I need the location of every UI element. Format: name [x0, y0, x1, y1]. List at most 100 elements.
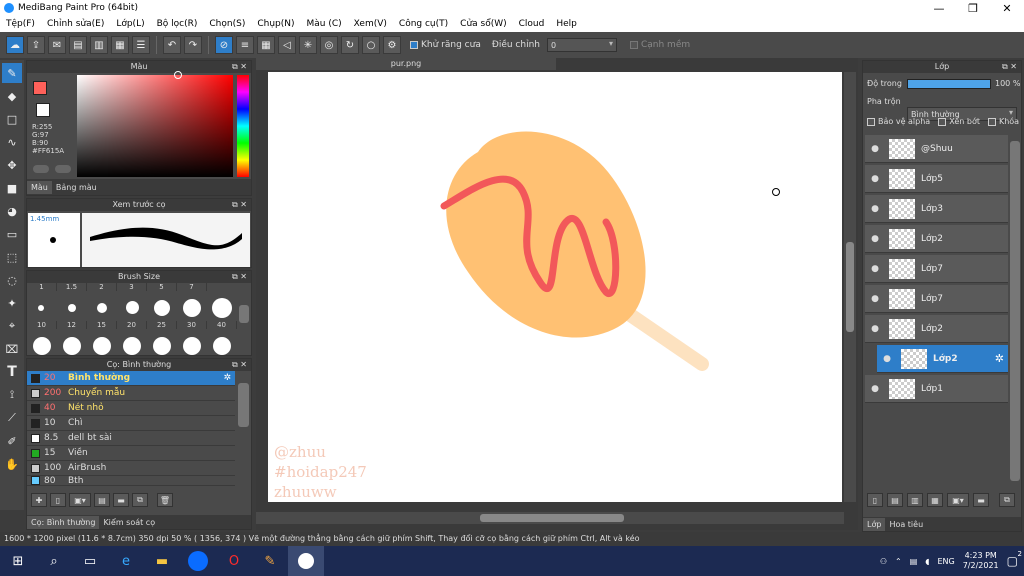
tab-palette[interactable]: Bảng màu	[52, 181, 101, 194]
size-label[interactable]: 25	[147, 321, 177, 329]
size-dot[interactable]	[183, 337, 201, 355]
visibility-icon[interactable]: ●	[865, 234, 885, 244]
gradient-tool-icon[interactable]: ▭	[2, 224, 22, 244]
magic-wand-tool-icon[interactable]: ✦	[2, 293, 22, 313]
layer-row[interactable]: ● @Shuu	[865, 135, 1008, 163]
size-label[interactable]: 5	[147, 283, 177, 291]
cloud-icon[interactable]: ☁	[6, 36, 24, 54]
panel-close-icon[interactable]: ⧉ ✕	[232, 61, 247, 73]
size-dot[interactable]	[97, 303, 107, 313]
size-dot[interactable]	[126, 301, 139, 314]
size-dot[interactable]	[93, 337, 111, 355]
layer-row[interactable]: ● Lớp1	[865, 375, 1008, 403]
file-explorer-icon[interactable]: ▬	[144, 546, 180, 576]
tab-color[interactable]: Màu	[27, 180, 52, 194]
vertical-scrollbar[interactable]	[844, 72, 856, 502]
tab-navigator[interactable]: Hoa tiêu	[885, 518, 927, 531]
menu-color[interactable]: Màu (C)	[301, 19, 348, 29]
folder-icon[interactable]: ▬	[113, 493, 129, 507]
menu-tools[interactable]: Công cụ(T)	[393, 19, 454, 29]
visibility-icon[interactable]: ●	[877, 354, 897, 364]
brush-item[interactable]: 80 Bth	[27, 476, 235, 486]
antialias-checkbox[interactable]: Khử răng cưa	[410, 40, 481, 50]
edge-browser-icon[interactable]: e	[108, 546, 144, 576]
brush-item[interactable]: 8.5 dell bt sài	[27, 431, 235, 446]
size-panel-scrollbar[interactable]	[239, 305, 249, 323]
visibility-icon[interactable]: ●	[865, 294, 885, 304]
panel-close-icon[interactable]: ⧉ ✕	[232, 359, 247, 371]
notification-icon[interactable]: ▢ 2	[1007, 550, 1022, 568]
size-dot[interactable]	[153, 337, 171, 355]
menu-filter[interactable]: Bộ lọc(R)	[151, 19, 204, 29]
menu-layer[interactable]: Lớp(L)	[110, 19, 150, 29]
medibang-taskbar-icon[interactable]	[288, 546, 324, 576]
opacity-slider[interactable]	[907, 79, 991, 89]
size-dot[interactable]	[154, 300, 170, 316]
menu-cloud[interactable]: Cloud	[513, 19, 551, 29]
new-layer-icon[interactable]: ▯	[867, 493, 883, 507]
size-label[interactable]: 3	[117, 283, 147, 291]
size-dot[interactable]	[68, 304, 76, 312]
visibility-icon[interactable]: ●	[865, 174, 885, 184]
people-icon[interactable]: ⚇	[880, 557, 887, 566]
menu-select[interactable]: Chọn(S)	[203, 19, 251, 29]
list-icon[interactable]: ☰	[132, 36, 150, 54]
zalo-icon[interactable]	[180, 546, 216, 576]
size-dot[interactable]	[33, 337, 51, 355]
visibility-icon[interactable]: ●	[865, 384, 885, 394]
search-icon[interactable]: ⌕	[36, 546, 72, 576]
text-tool-icon[interactable]: T	[2, 362, 22, 382]
select-eraser-tool-icon[interactable]: ⌧	[2, 339, 22, 359]
tab-brush[interactable]: Cọ: Bình thường	[27, 515, 100, 529]
dot-tool-icon[interactable]: □	[2, 109, 22, 129]
layer-row[interactable]: ● Lớp3	[865, 195, 1008, 223]
lock-checkbox[interactable]: Khóa	[987, 117, 1019, 126]
trash-icon[interactable]: 🗑	[157, 493, 173, 507]
size-dot[interactable]	[183, 299, 201, 317]
close-button[interactable]: ✕	[990, 0, 1024, 16]
folder-icon[interactable]: ▬	[973, 493, 989, 507]
visibility-icon[interactable]: ●	[865, 324, 885, 334]
language-indicator[interactable]: ENG	[937, 557, 954, 566]
size-dot[interactable]	[38, 305, 44, 311]
divide-tool-icon[interactable]: ⟟	[2, 385, 22, 405]
parallel-snap-icon[interactable]: ≡	[236, 36, 254, 54]
ellipse-snap-icon[interactable]: ○	[362, 36, 380, 54]
color-option-button[interactable]	[55, 165, 71, 173]
brush-settings-icon[interactable]: ▤	[94, 493, 110, 507]
menu-window[interactable]: Cửa sổ(W)	[454, 19, 512, 29]
layer-row[interactable]: ● Lớp7	[865, 285, 1008, 313]
select-pen-tool-icon[interactable]: ⌖	[2, 316, 22, 336]
opera-icon[interactable]: O	[216, 546, 252, 576]
grid-snap-icon[interactable]: ▦	[257, 36, 275, 54]
size-dot[interactable]	[123, 337, 141, 355]
copy-icon[interactable]: ⧉	[999, 493, 1015, 507]
size-label[interactable]: 20	[117, 321, 147, 329]
panel-close-icon[interactable]: ⧉ ✕	[1002, 61, 1017, 73]
visibility-icon[interactable]: ●	[865, 204, 885, 214]
brush-item[interactable]: 40 Nét nhỏ	[27, 401, 235, 416]
document-tab[interactable]: pur.png	[256, 58, 556, 70]
page-icon[interactable]: ▥	[90, 36, 108, 54]
visibility-icon[interactable]: ●	[865, 264, 885, 274]
snap-settings-icon[interactable]: ⚙	[383, 36, 401, 54]
saturation-value-picker[interactable]	[77, 75, 233, 177]
vertical-scroll-thumb[interactable]	[846, 242, 854, 332]
hue-slider[interactable]	[237, 75, 249, 177]
size-label[interactable]: 15	[87, 321, 117, 329]
size-label[interactable]: 1	[27, 283, 57, 291]
menu-file[interactable]: Tệp(F)	[0, 19, 41, 29]
panel-close-icon[interactable]: ⧉ ✕	[232, 271, 247, 283]
eyedropper-tool-icon[interactable]: ⟋	[2, 408, 22, 428]
volume-icon[interactable]: ◖	[925, 557, 929, 566]
menu-snap[interactable]: Chụp(N)	[251, 19, 300, 29]
add-brush-icon[interactable]: ✚	[31, 493, 47, 507]
pages-icon[interactable]: ▦	[111, 36, 129, 54]
panel-close-icon[interactable]: ⧉ ✕	[232, 199, 247, 211]
undo-icon[interactable]: ↶	[163, 36, 181, 54]
brush-list-scrollbar[interactable]	[238, 383, 249, 427]
size-label[interactable]: 40	[207, 321, 237, 329]
note-icon[interactable]: ▤	[69, 36, 87, 54]
gear-icon[interactable]: ✲	[995, 352, 1004, 365]
eraser-tool-icon[interactable]: ◆	[2, 86, 22, 106]
